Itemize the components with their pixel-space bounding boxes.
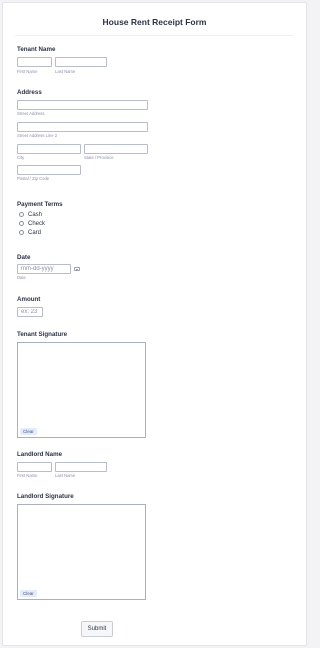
- street-address-sublabel: Street Address: [17, 111, 45, 116]
- tenant-signature-pad[interactable]: Clear: [17, 342, 146, 438]
- tenant-name-label: Tenant Name: [17, 46, 56, 53]
- submit-button[interactable]: Submit: [81, 621, 113, 637]
- date-input[interactable]: [17, 264, 71, 274]
- landlord-first-name-sublabel: First Name: [17, 473, 38, 478]
- payment-option-check[interactable]: Check: [19, 220, 45, 227]
- payment-option-label: Card: [28, 229, 42, 236]
- street-address-line2-input[interactable]: [17, 122, 148, 132]
- payment-option-label: Cash: [28, 211, 43, 218]
- landlord-last-name-sublabel: Last Name: [55, 473, 76, 478]
- radio-circle-icon[interactable]: [19, 212, 24, 217]
- postal-zip-input[interactable]: [17, 165, 81, 175]
- landlord-last-name-input[interactable]: [55, 462, 107, 472]
- city-input[interactable]: [17, 144, 81, 154]
- payment-option-label: Check: [28, 220, 46, 227]
- landlord-signature-label: Landlord Signature: [17, 493, 74, 500]
- tenant-last-name-sublabel: Last Name: [55, 69, 76, 74]
- street-address-input[interactable]: [17, 100, 148, 110]
- street-address-line2-sublabel: Street Address Line 2: [17, 133, 58, 138]
- amount-label: Amount: [17, 296, 41, 303]
- postal-zip-sublabel: Postal / Zip Code: [17, 176, 50, 181]
- state-province-input[interactable]: [84, 144, 148, 154]
- address-label: Address: [17, 89, 42, 96]
- tenant-signature-label: Tenant Signature: [17, 331, 68, 338]
- radio-circle-icon[interactable]: [19, 230, 24, 235]
- radio-circle-icon[interactable]: [19, 221, 24, 226]
- calendar-icon[interactable]: [74, 267, 80, 271]
- landlord-signature-pad[interactable]: Clear: [17, 504, 146, 600]
- landlord-signature-clear-button[interactable]: Clear: [20, 590, 37, 597]
- date-sublabel: Date: [17, 275, 26, 280]
- form-title: House Rent Receipt Form: [102, 17, 207, 27]
- landlord-first-name-input[interactable]: [17, 462, 52, 472]
- tenant-signature-clear-button[interactable]: Clear: [20, 428, 37, 435]
- payment-option-cash[interactable]: Cash: [19, 211, 42, 218]
- amount-input[interactable]: [17, 307, 43, 317]
- city-sublabel: City: [17, 155, 25, 160]
- title-divider: [15, 35, 294, 36]
- tenant-last-name-input[interactable]: [55, 57, 107, 67]
- payment-option-card[interactable]: Card: [19, 229, 41, 236]
- date-label: Date: [17, 254, 31, 261]
- state-province-sublabel: State / Province: [84, 155, 114, 160]
- tenant-first-name-sublabel: First Name: [17, 69, 38, 74]
- payment-terms-label: Payment Terms: [17, 201, 63, 208]
- landlord-name-label: Landlord Name: [17, 451, 63, 458]
- tenant-first-name-input[interactable]: [17, 57, 52, 67]
- form-card: House Rent Receipt Form Tenant Name Firs…: [2, 2, 307, 646]
